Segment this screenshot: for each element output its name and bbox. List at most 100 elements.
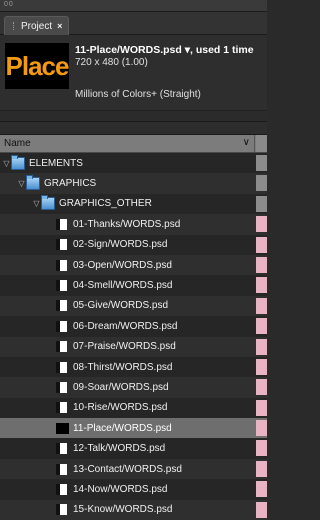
item-label: ELEMENTS	[29, 157, 83, 169]
folder-icon	[26, 175, 40, 191]
psd-file-icon	[56, 320, 67, 332]
preview-area: Place 11-Place/WORDS.psd ▾, used 1 time …	[0, 35, 267, 122]
grip-icon[interactable]	[13, 22, 16, 30]
list-item[interactable]: 07-Praise/WORDS.psd	[0, 336, 267, 357]
list-item[interactable]: 14-Now/WORDS.psd	[0, 479, 267, 499]
label-color-swatch[interactable]	[256, 297, 267, 314]
item-label: GRAPHICS_OTHER	[59, 198, 152, 210]
label-color-swatch[interactable]	[256, 358, 267, 375]
item-label: 09-Soar/WORDS.psd	[73, 381, 169, 393]
search-strip[interactable]	[0, 122, 267, 135]
column-header: Name ∨	[0, 135, 267, 153]
folder-icon	[11, 154, 25, 170]
item-label: 10-Rise/WORDS.psd	[73, 402, 168, 414]
item-label: 05-Give/WORDS.psd	[73, 300, 169, 312]
psd-file-icon	[56, 381, 67, 393]
label-color-swatch[interactable]	[256, 379, 267, 396]
list-item[interactable]: 01-Thanks/WORDS.psd	[0, 214, 267, 235]
item-label: 03-Open/WORDS.psd	[73, 259, 172, 271]
window-titlebar: 00	[0, 0, 267, 12]
label-color-swatch[interactable]	[256, 460, 267, 477]
list-item[interactable]: 06-Dream/WORDS.psd	[0, 316, 267, 336]
list-item[interactable]: 10-Rise/WORDS.psd	[0, 398, 267, 418]
label-color-swatch[interactable]	[256, 481, 267, 498]
item-label: 06-Dream/WORDS.psd	[73, 320, 178, 332]
psd-file-icon	[56, 463, 67, 475]
close-icon[interactable]: ×	[57, 21, 62, 31]
list-item[interactable]: 08-Thirst/WORDS.psd	[0, 357, 267, 377]
list-item[interactable]: 09-Soar/WORDS.psd	[0, 377, 267, 398]
psd-file-icon	[56, 300, 67, 312]
list-item[interactable]: 05-Give/WORDS.psd	[0, 295, 267, 317]
item-label: 08-Thirst/WORDS.psd	[73, 361, 173, 373]
item-label: 02-Sign/WORDS.psd	[73, 239, 168, 251]
psd-file-icon	[56, 361, 67, 373]
file-dimensions: 720 x 480 (1.00)	[75, 57, 148, 68]
column-divider[interactable]	[254, 135, 255, 152]
label-color-swatch[interactable]	[256, 216, 267, 233]
label-color-swatch[interactable]	[256, 338, 267, 355]
label-color-swatch[interactable]	[256, 195, 267, 212]
preview-thumbnail: Place	[5, 43, 69, 89]
tab-strip: Project ×	[0, 12, 267, 35]
item-label: 13-Contact/WORDS.psd	[73, 463, 182, 475]
chevron-down-icon[interactable]: ∨	[243, 137, 250, 148]
name-column-header[interactable]: Name	[4, 138, 31, 149]
folder-row[interactable]: ▽ GRAPHICS	[0, 173, 267, 194]
psd-file-icon	[56, 504, 67, 516]
folder-row[interactable]: ▽ ELEMENTS	[0, 153, 267, 173]
item-label: 04-Smell/WORDS.psd	[73, 280, 173, 292]
window-controls[interactable]: 00	[4, 1, 14, 8]
item-label: 14-Now/WORDS.psd	[73, 483, 168, 495]
project-list: ▽ ELEMENTS ▽ GRAPHICS ▽ GRAPHICS_OTHER 01-Than…	[0, 153, 267, 520]
usage-dropdown[interactable]: ▾, used 1 time	[185, 44, 254, 56]
item-label: 12-Talk/WORDS.psd	[73, 443, 166, 455]
psd-file-icon	[56, 239, 67, 251]
psd-file-icon	[56, 259, 67, 271]
label-color-swatch[interactable]	[256, 501, 267, 518]
item-label: 11-Place/WORDS.psd	[73, 422, 172, 434]
project-panel: 00 Project × Place 11-Place/WORDS.psd ▾,…	[0, 0, 267, 520]
list-item[interactable]: 03-Open/WORDS.psd	[0, 254, 267, 276]
psd-file-icon	[56, 483, 67, 495]
preview-scrubber[interactable]	[0, 110, 267, 121]
disclosure-triangle-icon[interactable]: ▽	[17, 179, 26, 188]
file-name: 11-Place/WORDS.psd	[75, 44, 182, 56]
psd-file-icon	[56, 280, 67, 292]
list-item[interactable]: 04-Smell/WORDS.psd	[0, 275, 267, 295]
psd-file-icon	[56, 402, 67, 414]
disclosure-triangle-icon[interactable]: ▽	[32, 199, 41, 208]
label-color-swatch[interactable]	[256, 256, 267, 273]
thumbnail-text: Place	[5, 50, 69, 81]
label-color-swatch[interactable]	[256, 236, 267, 253]
list-item[interactable]: 02-Sign/WORDS.psd	[0, 235, 267, 255]
preview-info: 11-Place/WORDS.psd ▾, used 1 time 720 x …	[75, 44, 263, 100]
label-column-header[interactable]	[256, 135, 267, 152]
tab-project[interactable]: Project ×	[4, 16, 70, 35]
label-color-swatch[interactable]	[256, 277, 267, 294]
file-name-line: 11-Place/WORDS.psd ▾, used 1 time	[75, 44, 263, 56]
label-color-swatch[interactable]	[256, 420, 267, 437]
psd-file-icon	[56, 341, 67, 353]
tab-label: Project	[21, 20, 53, 32]
color-depth: Millions of Colors+ (Straight)	[75, 89, 201, 100]
folder-row[interactable]: ▽ GRAPHICS_OTHER	[0, 194, 267, 214]
item-label: 01-Thanks/WORDS.psd	[73, 218, 181, 230]
list-item[interactable]: 11-Place/WORDS.psd	[0, 418, 267, 439]
list-item[interactable]: 13-Contact/WORDS.psd	[0, 458, 267, 480]
label-color-swatch[interactable]	[256, 155, 267, 171]
item-label: GRAPHICS	[44, 178, 97, 190]
folder-icon	[41, 195, 55, 211]
psd-file-icon	[56, 443, 67, 455]
item-label: 07-Praise/WORDS.psd	[73, 341, 176, 353]
label-color-swatch[interactable]	[256, 175, 267, 192]
label-color-swatch[interactable]	[256, 399, 267, 416]
label-color-swatch[interactable]	[256, 440, 267, 457]
disclosure-triangle-icon[interactable]: ▽	[2, 159, 11, 168]
list-item[interactable]: 12-Talk/WORDS.psd	[0, 438, 267, 458]
label-color-swatch[interactable]	[256, 318, 267, 335]
psd-file-icon	[56, 218, 67, 230]
footage-thumbnail-icon	[56, 422, 69, 434]
item-label: 15-Know/WORDS.psd	[73, 504, 173, 516]
list-item[interactable]: 15-Know/WORDS.psd	[0, 499, 267, 520]
